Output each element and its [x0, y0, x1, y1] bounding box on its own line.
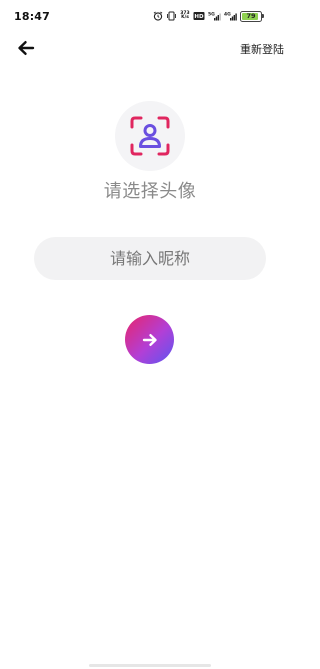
status-icons: 373 K/s HD 5G 4G 79 — [153, 10, 264, 22]
alarm-icon — [153, 11, 163, 21]
battery-level: 79 — [246, 11, 256, 20]
speed-label: 373 K/s — [180, 10, 190, 20]
arrow-left-icon — [18, 41, 35, 55]
arrow-right-icon — [142, 333, 157, 346]
relogin-button[interactable]: 重新登陆 — [240, 41, 284, 57]
status-time: 18:47 — [14, 10, 51, 23]
speed-indicator: 373 K/s — [180, 10, 190, 21]
svg-text:HD: HD — [194, 14, 204, 20]
vibrate-icon — [167, 11, 176, 21]
avatar-picker[interactable] — [115, 101, 185, 171]
status-bar: 18:47 373 K/s HD 5G 4G 79 — [0, 0, 300, 30]
hd-icon: HD — [193, 12, 205, 20]
person-frame-icon — [130, 116, 170, 156]
avatar-label: 请选择头像 — [103, 181, 197, 202]
signal-4g-icon: 4G — [224, 12, 237, 21]
signal-5g-icon: 5G — [208, 12, 221, 21]
battery-icon: 79 — [240, 10, 264, 22]
next-button[interactable] — [125, 315, 174, 364]
svg-text:5G: 5G — [208, 12, 215, 18]
home-indicator — [89, 664, 211, 667]
network-label: 4G — [224, 12, 231, 18]
nickname-input[interactable] — [34, 237, 266, 280]
back-button[interactable] — [14, 36, 38, 60]
